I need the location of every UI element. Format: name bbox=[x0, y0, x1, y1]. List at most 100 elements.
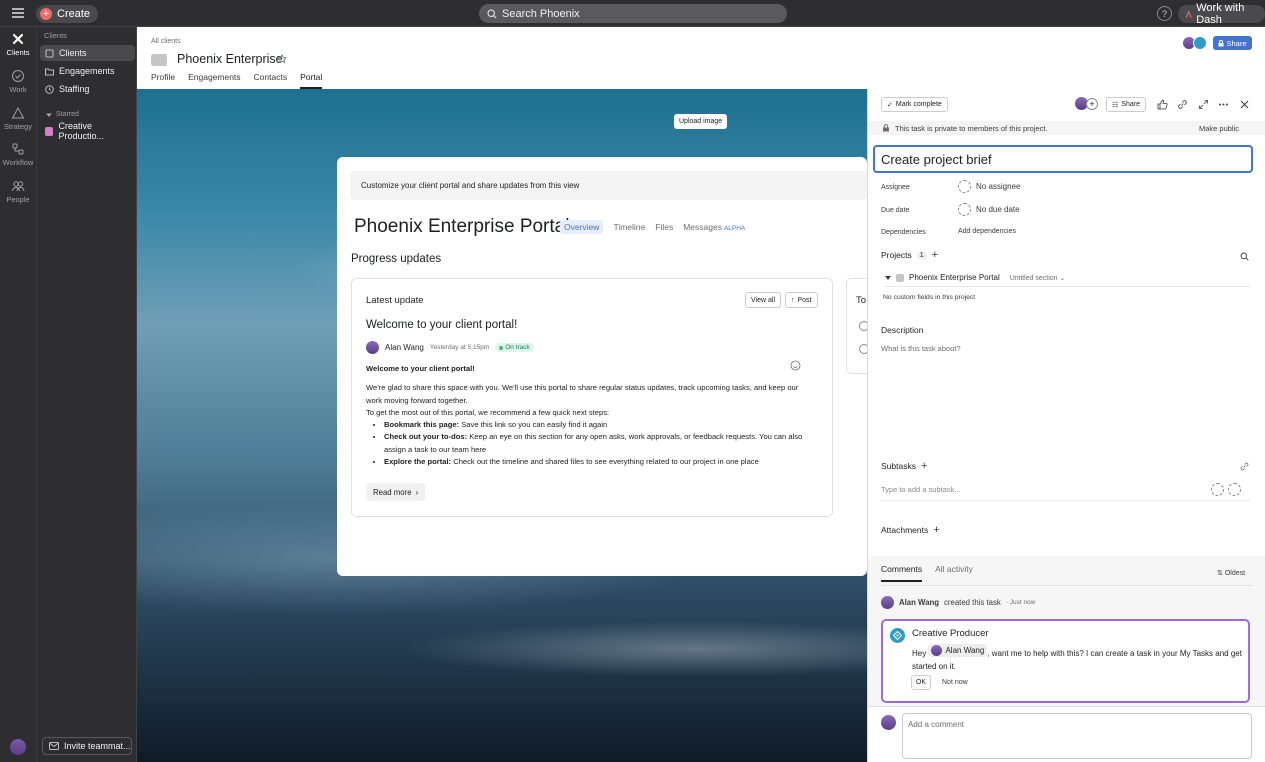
tab-all-activity[interactable]: All activity bbox=[935, 564, 973, 582]
activity-time: · Just now bbox=[1005, 599, 1036, 606]
work-with-dash-button[interactable]: Work with Dash bbox=[1178, 2, 1265, 26]
rail-item-workflow[interactable]: Workflow bbox=[0, 142, 36, 167]
rail-item-people[interactable]: People bbox=[0, 179, 36, 204]
description-label: Description bbox=[881, 325, 924, 335]
post-button[interactable]: ↑ Post bbox=[785, 292, 818, 308]
comment-input[interactable]: Add a comment bbox=[902, 713, 1252, 759]
update-author[interactable]: Alan Wang bbox=[385, 343, 424, 352]
hamburger-menu-icon[interactable] bbox=[10, 6, 26, 20]
projects-count: 1 bbox=[916, 251, 927, 259]
sidebar-item-starred-project[interactable]: Creative Productio... bbox=[40, 121, 135, 141]
ai-teammate-icon bbox=[890, 628, 905, 643]
bullet-text: Save this link so you can easily find it… bbox=[459, 420, 608, 430]
portal-tab-messages[interactable]: Messages ALPHA bbox=[683, 222, 745, 232]
not-now-button[interactable]: Not now bbox=[942, 679, 968, 686]
breadcrumb[interactable]: All clients bbox=[151, 38, 181, 45]
subtask-link-icon[interactable] bbox=[1240, 462, 1249, 471]
assignee-icon[interactable] bbox=[1228, 483, 1241, 496]
read-more-button[interactable]: Read more › bbox=[366, 483, 426, 501]
link-icon[interactable] bbox=[1177, 99, 1188, 110]
sidebar-item-label: Clients bbox=[59, 48, 87, 58]
dependencies-label: Dependencies bbox=[881, 229, 926, 236]
clients-icon bbox=[11, 32, 25, 46]
rail-item-label: Work bbox=[9, 85, 27, 94]
subtask-input[interactable]: Type to add a subtask... bbox=[881, 481, 1251, 501]
invite-teammates-button[interactable]: Invite teammat... bbox=[42, 737, 132, 755]
mention-name: Alan Wang bbox=[945, 646, 985, 655]
portal-tab-files[interactable]: Files bbox=[655, 222, 673, 232]
post-label: Post bbox=[797, 296, 812, 304]
more-options-icon[interactable] bbox=[1218, 99, 1229, 110]
due-date-icon[interactable] bbox=[1211, 483, 1224, 496]
private-notice: This task is private to members of this … bbox=[895, 124, 1048, 133]
add-collaborator-icon: + bbox=[1086, 97, 1098, 110]
todo-card: To bbox=[846, 278, 867, 374]
project-row[interactable]: Phoenix Enterprise Portal Untitled secti… bbox=[885, 269, 1250, 287]
page-title: Phoenix Enterprise bbox=[177, 52, 283, 66]
workflow-icon bbox=[11, 142, 25, 156]
close-icon[interactable] bbox=[1239, 99, 1250, 110]
rail-item-clients[interactable]: Clients bbox=[0, 32, 36, 57]
mark-complete-button[interactable]: ✓ Mark complete bbox=[881, 97, 948, 112]
avatar bbox=[931, 645, 943, 656]
activity-author[interactable]: Alan Wang bbox=[899, 598, 939, 607]
task-title-input[interactable]: Create project brief bbox=[873, 145, 1253, 173]
portal-card: Customize your client portal and share u… bbox=[337, 157, 867, 576]
portal-tab-timeline[interactable]: Timeline bbox=[613, 222, 645, 232]
search-input[interactable]: Search Phoenix bbox=[479, 4, 787, 23]
update-next-steps: To get the most out of this portal, we r… bbox=[366, 407, 610, 417]
portal-banner: Upload image Customize your client porta… bbox=[137, 89, 867, 762]
folder-icon bbox=[151, 54, 167, 66]
sidebar-item-staffing[interactable]: Staffing bbox=[40, 81, 135, 97]
collaborators[interactable]: + bbox=[1075, 97, 1098, 110]
add-project-icon[interactable]: + bbox=[932, 249, 938, 261]
user-avatar[interactable] bbox=[10, 739, 26, 755]
projects-label: Projects bbox=[881, 250, 912, 260]
due-date-field[interactable]: No due date bbox=[958, 203, 1020, 216]
update-intro: We're glad to share this space with you.… bbox=[366, 383, 799, 405]
rail-item-strategy[interactable]: Strategy bbox=[0, 106, 36, 131]
add-attachment-icon[interactable]: + bbox=[933, 524, 939, 536]
help-button[interactable]: ? bbox=[1157, 6, 1172, 21]
create-button[interactable]: + Create bbox=[36, 5, 99, 23]
person-icon bbox=[958, 180, 971, 193]
tab-comments[interactable]: Comments bbox=[881, 564, 923, 582]
sidebar-item-label: Creative Productio... bbox=[58, 121, 104, 141]
ok-button[interactable]: OK bbox=[911, 675, 931, 690]
assignee-field[interactable]: No assignee bbox=[958, 180, 1020, 193]
people-icon: ☷ bbox=[1112, 101, 1119, 109]
bullet-text: Check out the timeline and shared files … bbox=[451, 457, 759, 467]
expand-icon[interactable] bbox=[1198, 99, 1209, 110]
mention-chip[interactable]: Alan Wang bbox=[928, 644, 988, 657]
todo-check-icon[interactable] bbox=[859, 344, 867, 354]
rail-item-work[interactable]: Work bbox=[0, 69, 36, 94]
tab-engagements[interactable]: Engagements bbox=[188, 72, 240, 89]
view-all-button[interactable]: View all bbox=[745, 292, 781, 308]
upload-image-button[interactable]: Upload image bbox=[674, 114, 728, 129]
sidebar: Clients Clients Engagements Staffing Sta… bbox=[36, 27, 137, 762]
tab-portal[interactable]: Portal bbox=[300, 72, 323, 89]
starred-section-header[interactable]: Starred bbox=[46, 111, 79, 118]
search-placeholder: Search Phoenix bbox=[502, 7, 580, 20]
sort-button[interactable]: ⇅ Oldest bbox=[1217, 569, 1245, 577]
search-icon[interactable] bbox=[1240, 252, 1249, 261]
star-icon[interactable] bbox=[277, 54, 287, 64]
todo-check-icon[interactable] bbox=[859, 321, 867, 331]
add-dependencies-button[interactable]: Add dependencies bbox=[958, 228, 1016, 235]
member-avatars[interactable] bbox=[1182, 36, 1207, 50]
sidebar-item-clients[interactable]: Clients bbox=[40, 45, 135, 61]
todo-heading: To bbox=[856, 295, 867, 306]
attachments-label: Attachments bbox=[881, 525, 929, 535]
make-public-button[interactable]: Make public bbox=[1199, 124, 1239, 133]
description-input[interactable]: What is this task about? bbox=[881, 344, 961, 353]
add-subtask-icon[interactable]: + bbox=[921, 460, 927, 472]
project-section-select[interactable]: Untitled section ⌄ bbox=[1010, 274, 1066, 282]
starred-label: Starred bbox=[56, 111, 79, 118]
portal-tab-overview[interactable]: Overview bbox=[560, 220, 604, 234]
tab-contacts[interactable]: Contacts bbox=[254, 72, 288, 89]
tab-profile[interactable]: Profile bbox=[151, 72, 175, 89]
share-button[interactable]: Share bbox=[1213, 36, 1252, 50]
task-share-button[interactable]: ☷ Share bbox=[1106, 97, 1146, 112]
sidebar-item-engagements[interactable]: Engagements bbox=[40, 63, 135, 79]
like-icon[interactable] bbox=[1157, 99, 1168, 110]
